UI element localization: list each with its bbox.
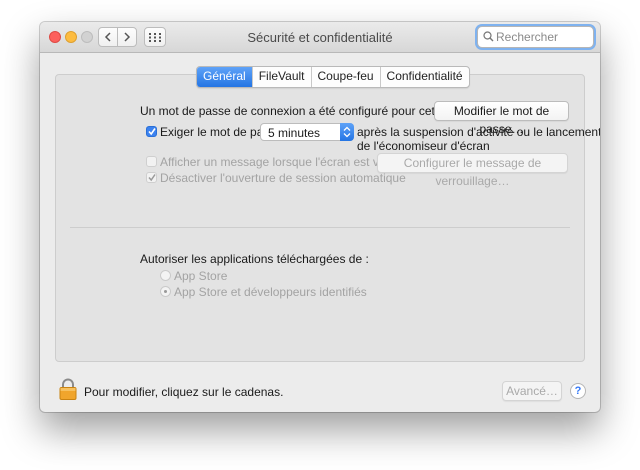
disable-auto-login-label: Désactiver l'ouverture de session automa… — [160, 171, 406, 185]
allow-apps-heading: Autoriser les applications téléchargées … — [140, 252, 369, 266]
checkmark-icon — [148, 128, 156, 136]
tab-privacy[interactable]: Confidentialité — [379, 67, 469, 87]
radio-app-store-and-identified[interactable] — [160, 286, 171, 297]
search-input[interactable] — [496, 29, 588, 45]
set-lock-message-button[interactable]: Configurer le message de verrouillage… — [377, 153, 568, 188]
require-password-suffix-line1: après la suspension d'activité ou le lan… — [357, 125, 600, 139]
require-password-suffix-line2: de l'économiseur d'écran — [357, 139, 490, 153]
preferences-window: Sécurité et confidentialité Général File… — [40, 22, 600, 412]
radio-app-store-label: App Store — [174, 269, 228, 283]
search-field[interactable] — [477, 26, 594, 48]
advanced-button[interactable]: Avancé… — [502, 381, 562, 401]
section-divider — [70, 227, 570, 228]
lock-hint-text: Pour modifier, cliquez sur le cadenas. — [84, 385, 284, 399]
checkmark-icon — [148, 174, 156, 182]
updown-arrows-icon — [340, 123, 354, 141]
tab-general[interactable]: Général — [197, 67, 252, 87]
tab-firewall[interactable]: Coupe-feu — [310, 67, 380, 87]
password-delay-select[interactable]: 5 minutes — [260, 123, 354, 141]
password-delay-value: 5 minutes — [268, 126, 321, 140]
lock-icon[interactable] — [59, 378, 77, 400]
tab-filevault[interactable]: FileVault — [251, 67, 311, 87]
change-password-button[interactable]: Modifier le mot de passe… — [434, 101, 569, 136]
title-bar: Sécurité et confidentialité — [40, 22, 600, 53]
radio-app-store[interactable] — [160, 270, 171, 281]
require-password-checkbox[interactable] — [146, 126, 157, 137]
tab-bar: Général FileVault Coupe-feu Confidential… — [196, 66, 470, 88]
search-icon — [483, 31, 494, 42]
show-lock-message-checkbox[interactable] — [146, 156, 157, 167]
disable-auto-login-checkbox[interactable] — [146, 172, 157, 183]
help-button[interactable]: ? — [570, 383, 586, 399]
radio-app-store-and-identified-label: App Store et développeurs identifiés — [174, 285, 367, 299]
